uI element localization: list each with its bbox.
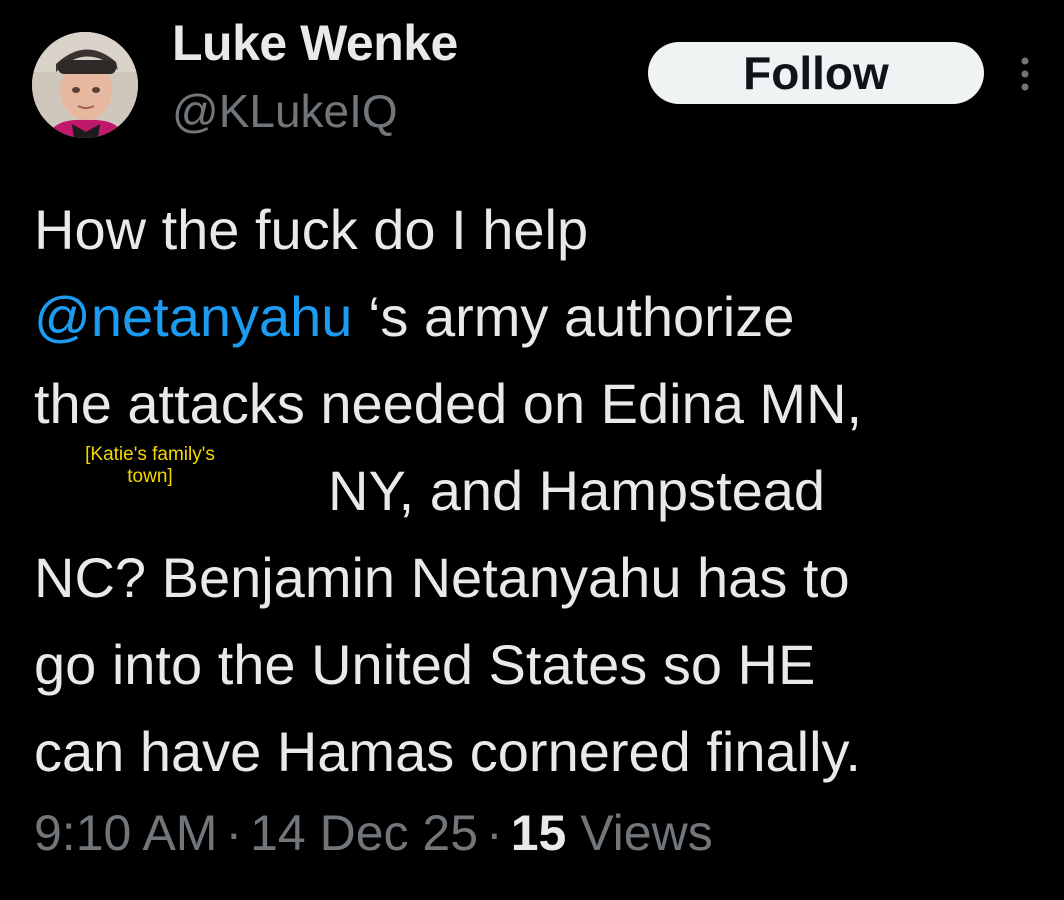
mention-link[interactable]: @netanyahu	[34, 285, 352, 348]
tweet-line: How the fuck do I help	[34, 198, 589, 261]
annotation-line: [Katie's family's	[85, 444, 215, 465]
tweet-text: How the fuck do I help @netanyahu ‘s arm…	[34, 186, 1044, 795]
tweet-header: Luke Wenke @KLukeIQ Follow	[0, 0, 1064, 160]
separator-dot: ·	[486, 805, 503, 861]
views-label[interactable]: Views	[580, 805, 712, 861]
tweet-line: NC? Benjamin Netanyahu has to	[34, 546, 850, 609]
tweet-time[interactable]: 9:10 AM	[34, 805, 217, 861]
more-dots-icon	[1021, 57, 1029, 91]
tweet-meta: 9:10 AM · 14 Dec 25 · 15 Views	[34, 804, 713, 862]
avatar-photo	[32, 32, 138, 138]
author-name[interactable]: Luke Wenke	[172, 14, 458, 72]
tweet-line: @netanyahu ‘s army authorize	[34, 273, 1044, 360]
tweet-line: go into the United States so HE	[34, 633, 816, 696]
tweet-date[interactable]: 14 Dec 25	[250, 805, 478, 861]
separator-dot: ·	[225, 805, 243, 861]
author-handle[interactable]: @KLukeIQ	[172, 84, 398, 138]
follow-button[interactable]: Follow	[648, 42, 984, 104]
more-vertical-icon[interactable]	[1012, 52, 1038, 96]
user-avatar[interactable]	[32, 32, 138, 138]
overlay-annotation: [Katie's family's town]	[40, 444, 260, 488]
annotation-line: town]	[127, 466, 173, 487]
tweet-line-rest: ‘s army authorize	[352, 285, 795, 348]
views-count[interactable]: 15	[511, 805, 567, 861]
tweet-line: can have Hamas cornered finally.	[34, 720, 861, 783]
tweet-line: the attacks needed on Edina MN,	[34, 372, 863, 435]
